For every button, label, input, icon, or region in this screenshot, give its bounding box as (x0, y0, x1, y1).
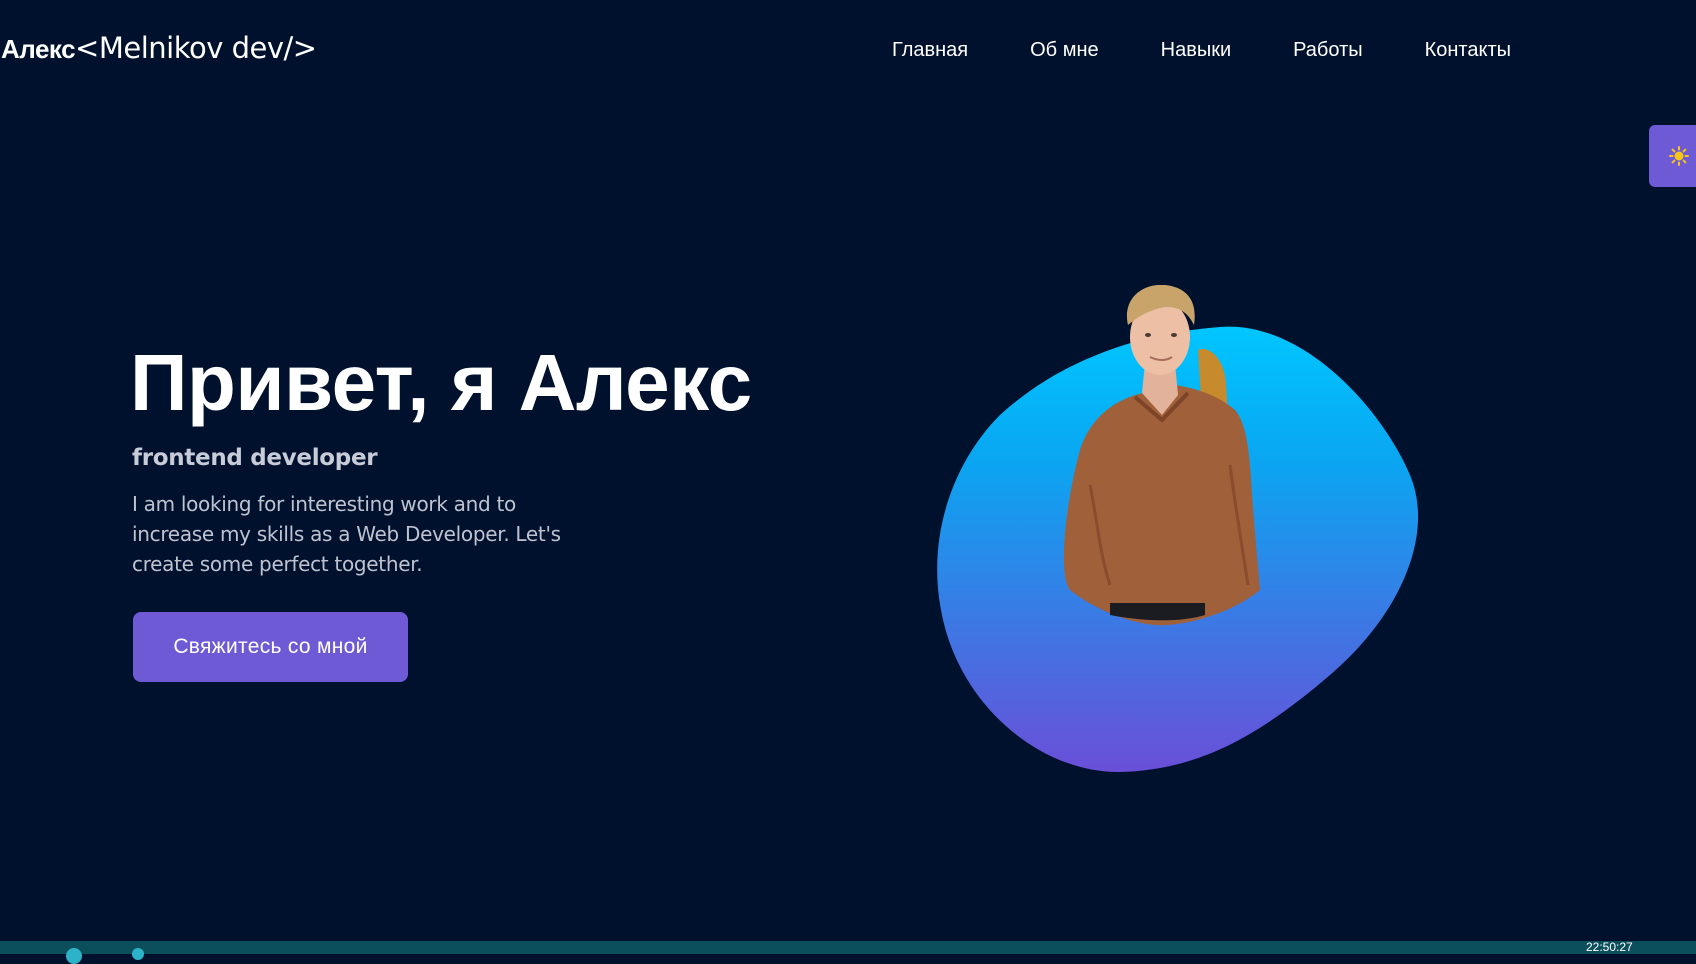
nav-item-skills[interactable]: Навыки (1161, 36, 1232, 64)
nav-item-works[interactable]: Работы (1293, 36, 1362, 64)
taskbar-clock: 22:50:27 (1586, 940, 1633, 954)
hero-description: I am looking for interesting work and to… (132, 492, 561, 576)
contact-me-button[interactable]: Свяжитесь со мной (133, 612, 408, 682)
site-logo[interactable]: Алекс<Melnikov dev/> (1, 28, 317, 74)
site-header: Алекс<Melnikov dev/> Главная Об мне Навы… (0, 0, 1696, 100)
taskbar-app-icon[interactable] (66, 948, 82, 964)
logo-tag: <Melnikov dev/> (75, 31, 317, 65)
logo-name: Алекс (1, 34, 76, 64)
sun-icon (1669, 146, 1689, 166)
nav-item-home[interactable]: Главная (892, 36, 968, 64)
nav-item-contacts[interactable]: Контакты (1425, 36, 1511, 64)
main-nav: Главная Об мне Навыки Работы Контакты (892, 36, 1511, 64)
nav-item-about[interactable]: Об мне (1030, 36, 1099, 64)
hero-title: Привет, я Алекс (130, 338, 752, 427)
profile-photo (937, 285, 1419, 773)
os-taskbar: 22:50:27 (0, 940, 1696, 964)
theme-toggle-button[interactable] (1649, 125, 1696, 187)
taskbar-app-icon[interactable] (132, 948, 144, 960)
hero-role: frontend developer (132, 445, 378, 471)
